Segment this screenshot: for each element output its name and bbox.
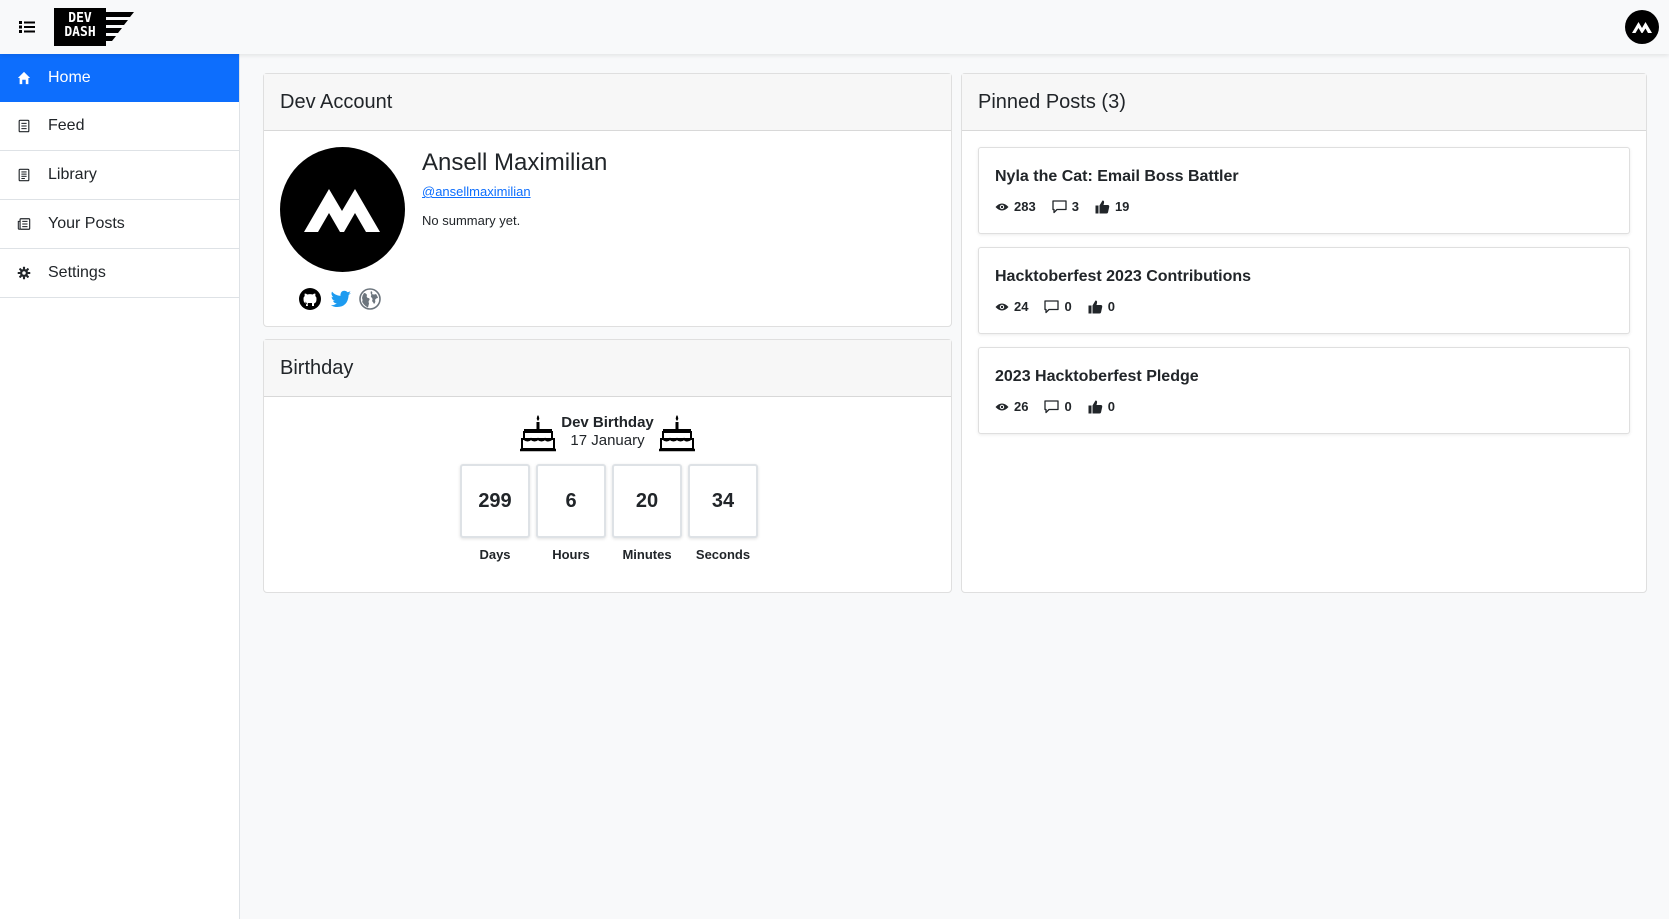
sidebar-item-settings[interactable]: Settings <box>0 249 239 298</box>
countdown-value: 34 <box>688 464 758 538</box>
comment-icon <box>1052 199 1067 213</box>
home-icon <box>16 70 32 86</box>
eye-icon <box>995 203 1009 210</box>
post-title: 2023 Hacktoberfest Pledge <box>995 368 1199 385</box>
sidebar: Home Feed Library Your Posts Settings <box>0 54 240 919</box>
birthday-title: Dev Birthday 17 January <box>264 412 951 452</box>
pinned-post-item[interactable]: 2023 Hacktoberfest Pledge 26 0 0 <box>978 347 1630 434</box>
views-stat: 26 <box>995 399 1028 414</box>
likes-count: 0 <box>1107 299 1115 314</box>
logo-line-2: DASH <box>64 25 96 40</box>
thumbs-up-icon <box>1088 400 1102 413</box>
sidebar-item-label: Feed <box>48 117 85 134</box>
thumbs-up-icon <box>1088 300 1102 313</box>
globe-icon[interactable] <box>358 287 382 311</box>
likes-stat: 0 <box>1088 299 1115 314</box>
cake-icon <box>520 415 557 452</box>
birthday-header: Birthday <box>264 340 951 397</box>
library-icon <box>16 167 32 183</box>
cake-icon <box>658 415 695 452</box>
profile-avatar <box>280 147 405 272</box>
pinned-posts-card: Pinned Posts (3) Nyla the Cat: Email Bos… <box>961 73 1647 593</box>
countdown-unit: Minutes <box>622 547 672 562</box>
likes-count: 0 <box>1107 399 1115 414</box>
views-count: 283 <box>1014 199 1036 214</box>
sidebar-item-home[interactable]: Home <box>0 54 239 102</box>
countdown-hours: 6 Hours <box>536 464 606 562</box>
user-avatar[interactable] <box>1625 10 1659 44</box>
gear-icon <box>16 265 32 281</box>
comments-count: 0 <box>1064 399 1072 414</box>
views-stat: 283 <box>995 199 1036 214</box>
comments-count: 0 <box>1064 299 1072 314</box>
sidebar-item-label: Library <box>48 166 97 183</box>
posts-icon <box>16 216 32 232</box>
pinned-posts-header: Pinned Posts (3) <box>962 74 1646 131</box>
likes-stat: 0 <box>1088 399 1115 414</box>
post-stats: 24 0 0 <box>995 299 1131 314</box>
views-count: 24 <box>1014 299 1029 314</box>
eye-icon <box>995 403 1009 410</box>
likes-count: 19 <box>1114 199 1130 214</box>
comments-stat: 3 <box>1052 199 1079 214</box>
profile-summary: No summary yet. <box>422 213 521 228</box>
twitter-icon[interactable] <box>329 287 353 311</box>
likes-stat: 19 <box>1095 199 1129 214</box>
sidebar-item-your-posts[interactable]: Your Posts <box>0 200 239 249</box>
countdown-unit: Seconds <box>695 547 751 562</box>
countdown-minutes: 20 Minutes <box>612 464 682 562</box>
sidebar-item-library[interactable]: Library <box>0 151 239 200</box>
birthday-date: 17 January <box>570 432 645 449</box>
post-title: Hacktoberfest 2023 Contributions <box>995 268 1252 285</box>
views-count: 26 <box>1014 399 1029 414</box>
top-navbar: DEV DASH <box>0 0 1669 54</box>
countdown-days: 299 Days <box>460 464 530 562</box>
profile-name: Ansell Maximilian <box>422 149 608 176</box>
pinned-post-item[interactable]: Hacktoberfest 2023 Contributions 24 0 0 <box>978 247 1630 334</box>
post-stats: 283 3 19 <box>995 199 1145 214</box>
feed-icon <box>16 118 32 134</box>
comments-stat: 0 <box>1044 299 1072 314</box>
post-title: Nyla the Cat: Email Boss Battler <box>995 168 1239 185</box>
birthday-card: Birthday Dev Birthday 17 January 299 Day… <box>263 339 952 593</box>
profile-handle-link[interactable]: @ansellmaximilian <box>422 184 531 199</box>
countdown-unit: Days <box>479 547 511 562</box>
devdash-logo[interactable]: DEV DASH <box>54 8 134 46</box>
sidebar-item-label: Home <box>48 69 91 86</box>
sidebar-item-feed[interactable]: Feed <box>0 102 239 151</box>
comment-icon <box>1044 399 1060 413</box>
countdown-value: 6 <box>536 464 606 538</box>
countdown-value: 299 <box>460 464 530 538</box>
countdown-seconds: 34 Seconds <box>688 464 758 562</box>
comment-icon <box>1044 299 1060 313</box>
pinned-post-item[interactable]: Nyla the Cat: Email Boss Battler 283 3 1… <box>978 147 1630 234</box>
github-icon[interactable] <box>298 287 322 311</box>
sidebar-item-label: Settings <box>48 264 106 281</box>
countdown-unit: Hours <box>552 547 590 562</box>
eye-icon <box>995 303 1009 310</box>
post-stats: 26 0 0 <box>995 399 1131 414</box>
countdown-value: 20 <box>612 464 682 538</box>
birthday-label: Dev Birthday <box>561 414 654 431</box>
logo-stripes-icon <box>104 12 134 41</box>
sidebar-item-label: Your Posts <box>48 215 125 232</box>
logo-text-box: DEV DASH <box>54 8 106 46</box>
logo-line-1: DEV <box>68 11 92 26</box>
birthday-countdown: 299 Days 6 Hours 20 Minutes 34 Seconds <box>460 464 758 562</box>
views-stat: 24 <box>995 299 1028 314</box>
comments-stat: 0 <box>1044 399 1072 414</box>
thumbs-up-icon <box>1095 200 1110 213</box>
dev-account-header: Dev Account <box>264 74 951 131</box>
menu-toggle-icon[interactable] <box>18 18 36 36</box>
comments-count: 3 <box>1071 199 1079 214</box>
dev-account-card: Dev Account Ansell Maximilian @ansellmax… <box>263 73 952 327</box>
